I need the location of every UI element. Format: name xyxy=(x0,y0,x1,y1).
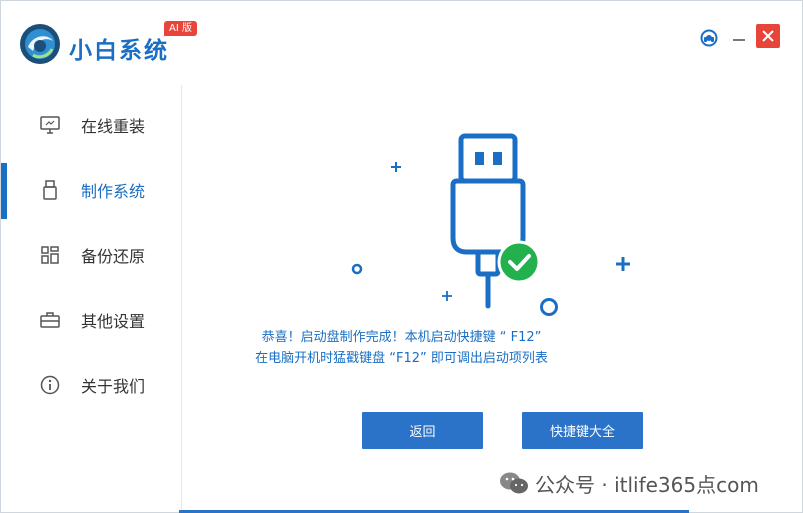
sidebar-item-online-install[interactable]: 在线重装 xyxy=(1,93,181,157)
headset-icon[interactable] xyxy=(698,27,720,49)
sidebar-divider xyxy=(181,85,182,512)
info-icon xyxy=(39,374,61,396)
app-window: 小白系统 AI 版 在线重装 制作系统 备份还原 其他设置 关于我们 恭喜！启动… xyxy=(0,0,803,513)
back-button[interactable]: 返回 xyxy=(362,412,483,449)
close-button[interactable] xyxy=(756,24,780,48)
ai-version-badge: AI 版 xyxy=(164,21,197,36)
check-circle-icon xyxy=(497,240,541,284)
app-logo-icon xyxy=(20,24,60,64)
success-message-line1: 恭喜！启动盘制作完成！本机启动快捷键 “ F12” xyxy=(261,330,542,345)
app-title: 小白系统 xyxy=(69,38,169,64)
sidebar-item-make-system[interactable]: 制作系统 xyxy=(1,158,181,222)
wechat-icon xyxy=(500,472,528,494)
watermark-text: 公众号 · itlife365点com xyxy=(535,472,759,497)
minimize-icon[interactable] xyxy=(728,27,750,49)
close-icon xyxy=(762,30,774,42)
sidebar-item-backup-restore[interactable]: 备份还原 xyxy=(1,223,181,287)
monitor-icon xyxy=(39,114,61,136)
sidebar-item-label: 备份还原 xyxy=(81,247,146,266)
watermark: 公众号 · itlife365点com xyxy=(499,467,799,499)
sidebar-item-label: 制作系统 xyxy=(81,182,146,201)
usb-drive-icon xyxy=(39,179,61,201)
hotkeys-button[interactable]: 快捷键大全 xyxy=(522,412,643,449)
sidebar-item-label: 关于我们 xyxy=(81,377,146,396)
success-message-line2: 在电脑开机时猛戳键盘 “F12” 即可调出启动项列表 xyxy=(255,351,548,366)
sidebar: 在线重装 制作系统 备份还原 其他设置 关于我们 xyxy=(1,85,181,512)
title-bar: 小白系统 AI 版 xyxy=(1,1,802,85)
grid-icon xyxy=(39,244,61,266)
usb-success-illustration xyxy=(351,133,630,316)
sidebar-item-label: 在线重装 xyxy=(81,117,146,136)
